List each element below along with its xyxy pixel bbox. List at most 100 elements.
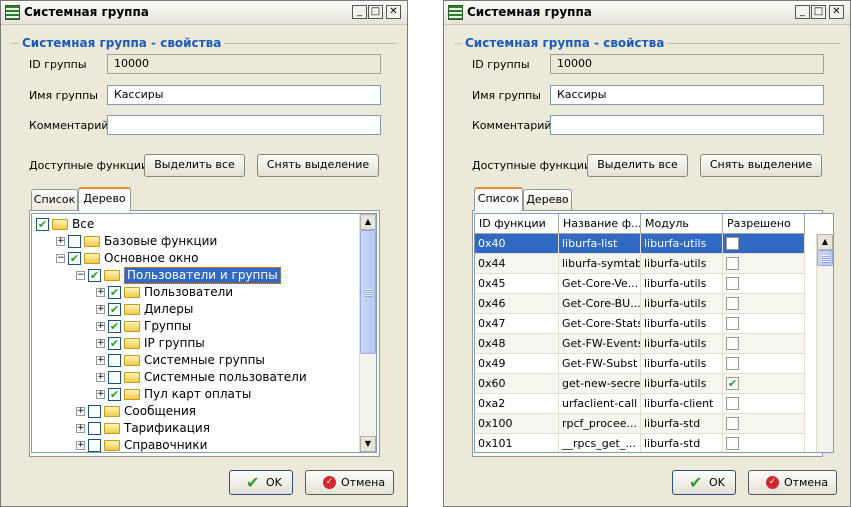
tree-checkbox[interactable] bbox=[108, 371, 121, 384]
tree-checkbox[interactable]: ✔ bbox=[108, 388, 121, 401]
title-bar[interactable]: Системная группа _ □ ✕ bbox=[444, 1, 850, 25]
tree-checkbox[interactable]: ✔ bbox=[108, 320, 121, 333]
expander-icon[interactable]: + bbox=[96, 339, 105, 348]
deselect-button[interactable]: Снять выделение bbox=[257, 154, 379, 177]
ok-button[interactable]: ✔ OK bbox=[229, 470, 293, 495]
scroll-thumb[interactable] bbox=[817, 250, 833, 266]
tree-checkbox[interactable]: ✔ bbox=[36, 218, 49, 231]
tab-list[interactable]: Список bbox=[31, 189, 78, 211]
allowed-checkbox[interactable] bbox=[726, 397, 739, 410]
cancel-button[interactable]: ✓ Отмена bbox=[305, 470, 394, 495]
expander-icon[interactable]: + bbox=[96, 305, 105, 314]
tree-checkbox[interactable] bbox=[68, 235, 81, 248]
column-header-allowed[interactable]: Разрешено bbox=[723, 214, 805, 234]
allowed-checkbox[interactable] bbox=[726, 357, 739, 370]
table-row[interactable]: 0x46 Get-Core-BU... liburfa-utils bbox=[475, 294, 805, 314]
comment-field[interactable] bbox=[550, 115, 824, 135]
functions-label: Доступные функции bbox=[472, 159, 592, 172]
table-row[interactable]: 0x101 __rpcs_get_... liburfa-std bbox=[475, 434, 805, 452]
tab-list[interactable]: Список bbox=[474, 187, 523, 211]
table-row[interactable]: 0x45 Get-Core-Ve... liburfa-utils bbox=[475, 274, 805, 294]
tab-tree[interactable]: Дерево bbox=[78, 187, 131, 211]
minimize-icon[interactable]: _ bbox=[795, 5, 810, 19]
allowed-checkbox[interactable]: ✔ bbox=[726, 377, 739, 390]
table-row[interactable]: 0x47 Get-Core-Stats liburfa-utils bbox=[475, 314, 805, 334]
table-row[interactable]: 0x49 Get-FW-Subst liburfa-utils bbox=[475, 354, 805, 374]
deselect-button[interactable]: Снять выделение bbox=[700, 154, 822, 177]
title-bar[interactable]: Системная группа _ □ ✕ bbox=[1, 1, 407, 25]
name-field[interactable]: Кассиры bbox=[107, 85, 381, 105]
table-scrollbar[interactable]: ▲ bbox=[816, 234, 833, 452]
table-row[interactable]: 0x100 rpcf_procee... liburfa-std bbox=[475, 414, 805, 434]
tree-item-label: Тарификация bbox=[124, 421, 210, 435]
tree-checkbox[interactable] bbox=[108, 354, 121, 367]
cell-module: liburfa-utils bbox=[641, 294, 723, 314]
tree-checkbox[interactable]: ✔ bbox=[68, 252, 81, 265]
expander-icon[interactable]: + bbox=[76, 424, 85, 433]
table-row[interactable]: 0x40 liburfa-list liburfa-utils bbox=[475, 234, 805, 254]
select-all-button[interactable]: Выделить все bbox=[587, 154, 688, 177]
table-row[interactable]: 0x60 get-new-secret liburfa-utils ✔ bbox=[475, 374, 805, 394]
minimize-icon[interactable]: _ bbox=[352, 5, 367, 19]
cancel-button[interactable]: ✓ Отмена bbox=[748, 470, 837, 495]
tree-checkbox[interactable]: ✔ bbox=[108, 337, 121, 350]
allowed-checkbox[interactable] bbox=[726, 257, 739, 270]
comment-field[interactable] bbox=[107, 115, 381, 135]
tree-checkbox[interactable]: ✔ bbox=[88, 269, 101, 282]
scroll-thumb[interactable] bbox=[360, 230, 376, 354]
tree-checkbox[interactable] bbox=[88, 405, 101, 418]
functions-table[interactable]: ID функции Название ф... Модуль Разрешен… bbox=[474, 213, 834, 453]
folder-icon bbox=[52, 219, 68, 230]
allowed-checkbox[interactable] bbox=[726, 437, 739, 450]
allowed-checkbox[interactable] bbox=[726, 297, 739, 310]
scroll-up-icon[interactable]: ▲ bbox=[817, 234, 833, 250]
maximize-icon[interactable]: □ bbox=[811, 5, 826, 19]
group-title: Системная группа - свойства bbox=[19, 36, 225, 50]
table-row[interactable]: 0x44 liburfa-symtab liburfa-utils bbox=[475, 254, 805, 274]
scroll-down-icon[interactable]: ▼ bbox=[360, 436, 376, 452]
expander-icon[interactable]: + bbox=[56, 237, 65, 246]
table-row[interactable]: 0x48 Get-FW-Events liburfa-utils bbox=[475, 334, 805, 354]
select-all-button[interactable]: Выделить все bbox=[144, 154, 245, 177]
function-tree[interactable]: ✔ Все + Базовые функции − ✔ Основное окно − ✔ Пол… bbox=[31, 213, 377, 453]
cell-allowed bbox=[723, 334, 805, 354]
cell-module: liburfa-utils bbox=[641, 354, 723, 374]
column-header-module[interactable]: Модуль bbox=[641, 214, 723, 234]
table-row[interactable]: 0xa2 urfaclient-call liburfa-client bbox=[475, 394, 805, 414]
tree-item-label: Сообщения bbox=[124, 404, 197, 418]
allowed-checkbox[interactable] bbox=[726, 317, 739, 330]
close-icon[interactable]: ✕ bbox=[829, 5, 844, 19]
tree-checkbox[interactable] bbox=[88, 422, 101, 435]
expander-icon[interactable]: + bbox=[96, 356, 105, 365]
tab-tree[interactable]: Дерево bbox=[523, 189, 572, 211]
close-icon[interactable]: ✕ bbox=[386, 5, 401, 19]
tree-scrollbar[interactable]: ▲ ▼ bbox=[359, 214, 376, 452]
allowed-checkbox[interactable] bbox=[726, 237, 739, 250]
expander-icon[interactable]: + bbox=[96, 390, 105, 399]
allowed-checkbox[interactable] bbox=[726, 337, 739, 350]
column-header-id[interactable]: ID функции bbox=[475, 214, 559, 234]
ok-button[interactable]: ✔ OK bbox=[672, 470, 736, 495]
expander-icon[interactable]: + bbox=[96, 288, 105, 297]
name-field[interactable]: Кассиры bbox=[550, 85, 824, 105]
tree-checkbox[interactable] bbox=[88, 439, 101, 452]
allowed-checkbox[interactable] bbox=[726, 277, 739, 290]
cell-id: 0x48 bbox=[475, 334, 559, 354]
expander-icon[interactable]: + bbox=[76, 407, 85, 416]
expander-icon[interactable]: + bbox=[76, 441, 85, 450]
expander-icon[interactable]: − bbox=[76, 271, 85, 280]
scroll-up-icon[interactable]: ▲ bbox=[360, 214, 376, 230]
column-header-name[interactable]: Название ф... bbox=[559, 214, 641, 234]
expander-icon[interactable]: + bbox=[96, 322, 105, 331]
tree-checkbox[interactable]: ✔ bbox=[108, 286, 121, 299]
cell-name: rpcf_procee... bbox=[559, 414, 641, 434]
ok-label: OK bbox=[266, 476, 282, 489]
expander-icon[interactable]: − bbox=[56, 254, 65, 263]
allowed-checkbox[interactable] bbox=[726, 417, 739, 430]
tree-checkbox[interactable]: ✔ bbox=[108, 303, 121, 316]
cell-name: urfaclient-call bbox=[559, 394, 641, 414]
cell-name: Get-Core-Stats bbox=[559, 314, 641, 334]
maximize-icon[interactable]: □ bbox=[368, 5, 383, 19]
expander-icon[interactable]: + bbox=[96, 373, 105, 382]
folder-icon bbox=[104, 440, 120, 451]
